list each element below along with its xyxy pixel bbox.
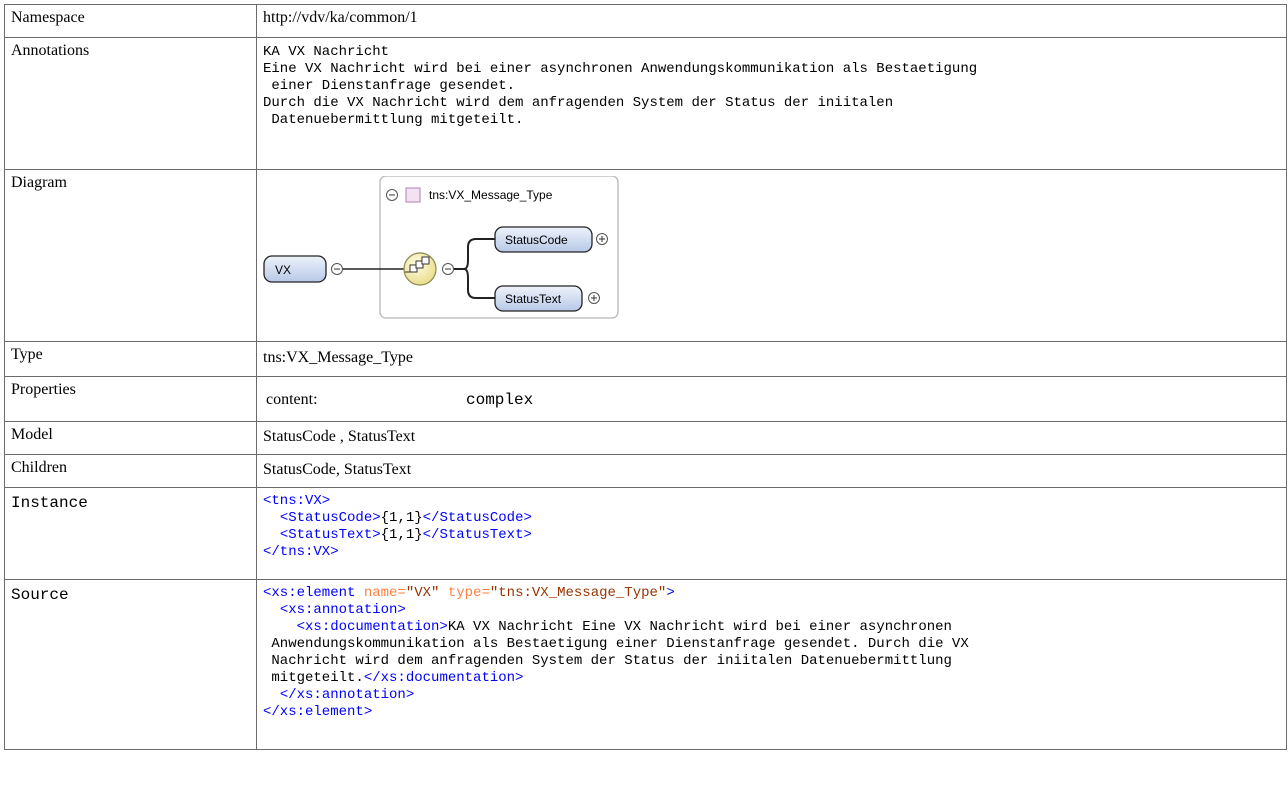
- xml-attr-value: "tns:VX_Message_Type": [489, 585, 667, 601]
- doc-text: mitgeteilt.: [263, 670, 364, 686]
- schema-doc-table: Namespace http://vdv/ka/common/1 Annotat…: [4, 4, 1287, 750]
- occurrence: {1,1}: [380, 527, 423, 543]
- annotations-value: KA VX Nachricht Eine VX Nachricht wird b…: [256, 37, 1287, 170]
- annotation-line: Durch die VX Nachricht wird dem anfragen…: [263, 95, 894, 111]
- instance-open-tag: <tns:VX>: [263, 493, 331, 509]
- properties-row: Properties content: complex: [4, 376, 1287, 422]
- annotations-row: Annotations KA VX Nachricht Eine VX Nach…: [4, 37, 1287, 170]
- xml-tag: </xs:documentation>: [363, 670, 524, 686]
- xml-close-tag: </StatusCode>: [422, 510, 532, 526]
- source-label: Source: [4, 579, 257, 750]
- xml-attr: name=: [355, 585, 406, 601]
- children-label: Children: [4, 454, 257, 488]
- diagram-row: Diagram tns:VX_Message_Type VX StatusCod…: [4, 169, 1287, 342]
- annotations-label: Annotations: [4, 37, 257, 170]
- instance-value: <tns:VX> <StatusCode>{1,1}</StatusCode> …: [256, 487, 1287, 580]
- properties-value: content: complex: [256, 376, 1287, 422]
- diagram-label: Diagram: [4, 169, 257, 342]
- instance-close-tag: </tns:VX>: [263, 544, 339, 560]
- schema-diagram: tns:VX_Message_Type VX StatusCode Status…: [263, 176, 619, 319]
- xml-open-tag: <StatusCode>: [279, 510, 381, 526]
- model-label: Model: [4, 421, 257, 455]
- annotation-line: Eine VX Nachricht wird bei einer asynchr…: [263, 61, 978, 77]
- occurrence: {1,1}: [380, 510, 423, 526]
- xml-tag: <xs:element: [263, 585, 356, 601]
- doc-text: Nachricht wird dem anfragenden System de…: [263, 653, 952, 669]
- model-value: StatusCode , StatusText: [256, 421, 1287, 455]
- complex-type-icon: [405, 187, 421, 203]
- properties-label: Properties: [4, 376, 257, 422]
- annotation-line: KA VX Nachricht: [263, 44, 390, 60]
- xml-tag: </xs:element>: [263, 704, 373, 720]
- property-value: complex: [466, 391, 534, 409]
- annotation-line: einer Dienstanfrage gesendet.: [263, 78, 516, 94]
- diagram-cell: tns:VX_Message_Type VX StatusCode Status…: [256, 169, 1287, 342]
- xml-open-tag: <StatusText>: [279, 527, 381, 543]
- xml-tag: <xs:documentation>: [296, 619, 448, 635]
- children-row: Children StatusCode, StatusText: [4, 454, 1287, 488]
- xml-tag: <xs:annotation>: [279, 602, 406, 618]
- xml-attr-value: "VX": [405, 585, 440, 601]
- namespace-value: http://vdv/ka/common/1: [256, 4, 1287, 38]
- type-value: tns:VX_Message_Type: [256, 341, 1287, 377]
- sequence-icon: [403, 252, 437, 286]
- element-statuscode-label: StatusCode: [505, 233, 568, 247]
- element-statustext-label: StatusText: [505, 292, 562, 306]
- xml-attr: type=: [439, 585, 490, 601]
- instance-label: Instance: [4, 487, 257, 580]
- element-vx[interactable]: [263, 255, 327, 283]
- instance-row: Instance <tns:VX> <StatusCode>{1,1}</Sta…: [4, 487, 1287, 580]
- model-row: Model StatusCode , StatusText: [4, 421, 1287, 455]
- annotation-line: Datenuebermittlung mitgeteilt.: [263, 112, 524, 128]
- source-row: Source <xs:element name="VX" type="tns:V…: [4, 579, 1287, 750]
- source-value: <xs:element name="VX" type="tns:VX_Messa…: [256, 579, 1287, 750]
- type-row: Type tns:VX_Message_Type: [4, 341, 1287, 377]
- type-label: Type: [4, 341, 257, 377]
- group-title: tns:VX_Message_Type: [429, 188, 553, 202]
- namespace-label: Namespace: [4, 4, 257, 38]
- xml-tag: </xs:annotation>: [279, 687, 415, 703]
- doc-text: Anwendungskommunikation als Bestaetigung…: [263, 636, 969, 652]
- property-key: content:: [266, 391, 318, 408]
- doc-text: KA VX Nachricht Eine VX Nachricht wird b…: [447, 619, 952, 635]
- xml-tag: >: [666, 585, 675, 601]
- element-vx-label: VX: [275, 263, 291, 277]
- xml-close-tag: </StatusText>: [422, 527, 532, 543]
- namespace-row: Namespace http://vdv/ka/common/1: [4, 4, 1287, 38]
- children-value: StatusCode, StatusText: [256, 454, 1287, 488]
